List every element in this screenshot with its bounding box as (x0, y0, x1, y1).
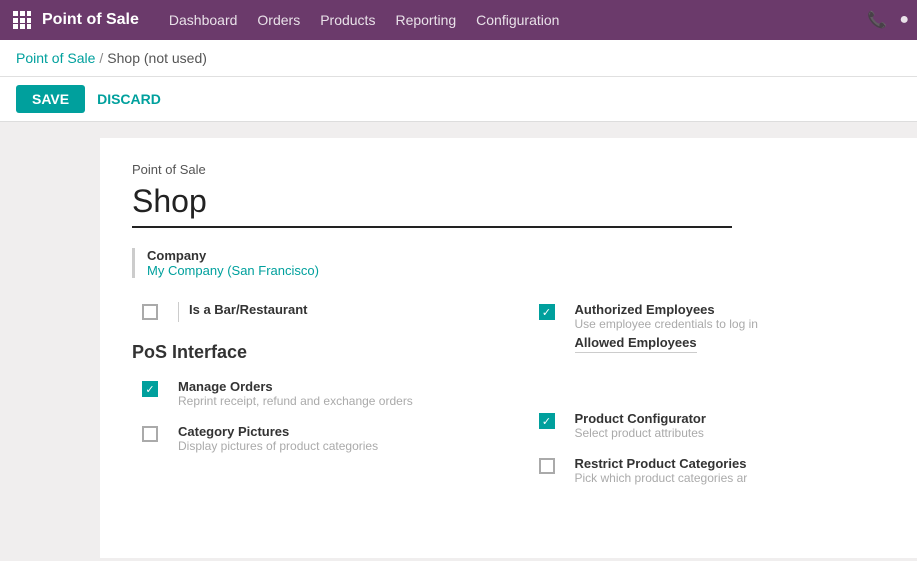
form-container: Point of Sale Shop Company My Company (S… (100, 138, 917, 558)
menu-item-orders[interactable]: Orders (257, 8, 300, 32)
authorized-employees-desc: Use employee credentials to log in (575, 317, 886, 331)
menu-item-products[interactable]: Products (320, 8, 375, 32)
left-column: Is a Bar/Restaurant PoS Interface ✓ Mana… (132, 302, 489, 501)
company-value[interactable]: My Company (San Francisco) (147, 263, 319, 278)
shop-name-field[interactable]: Shop (132, 183, 732, 228)
manage-orders-checkbox[interactable]: ✓ (142, 381, 158, 397)
main-menu: Dashboard Orders Products Reporting Conf… (169, 8, 868, 32)
settings-two-col: Is a Bar/Restaurant PoS Interface ✓ Mana… (132, 302, 885, 501)
restrict-product-categories-label: Restrict Product Categories (575, 456, 886, 471)
save-button[interactable]: SAVE (16, 85, 85, 113)
company-section: Company My Company (San Francisco) (132, 248, 885, 278)
authorized-employees-row: ✓ Authorized Employees Use employee cred… (529, 302, 886, 353)
category-pictures-desc: Display pictures of product categories (178, 439, 489, 453)
user-icon[interactable]: ● (899, 11, 909, 29)
discard-button[interactable]: DISCARD (97, 91, 161, 107)
bar-restaurant-row: Is a Bar/Restaurant (132, 302, 489, 322)
action-toolbar: SAVE DISCARD (0, 77, 917, 122)
bar-restaurant-checkbox[interactable] (142, 304, 158, 320)
phone-icon[interactable]: 📞 (867, 10, 887, 30)
pos-interface-header: PoS Interface (132, 342, 489, 363)
product-configurator-label: Product Configurator (575, 411, 886, 426)
manage-orders-label: Manage Orders (178, 379, 489, 394)
category-pictures-row: Category Pictures Display pictures of pr… (132, 424, 489, 453)
menu-item-dashboard[interactable]: Dashboard (169, 8, 238, 32)
top-navigation: Point of Sale Dashboard Orders Products … (0, 0, 917, 40)
app-title: Point of Sale (42, 11, 139, 29)
topnav-right-icons: 📞 ● (867, 10, 909, 30)
product-configurator-row: ✓ Product Configurator Select product at… (529, 411, 886, 440)
bar-restaurant-label: Is a Bar/Restaurant (189, 302, 489, 317)
form-section-label: Point of Sale (132, 162, 885, 177)
category-pictures-checkbox[interactable] (142, 426, 158, 442)
restrict-product-categories-checkbox[interactable] (539, 458, 555, 474)
manage-orders-desc: Reprint receipt, refund and exchange ord… (178, 394, 489, 408)
menu-item-reporting[interactable]: Reporting (395, 8, 456, 32)
product-configurator-desc: Select product attributes (575, 426, 886, 440)
authorized-employees-label: Authorized Employees (575, 302, 886, 317)
allowed-employees-label: Allowed Employees (575, 335, 697, 353)
grid-menu-icon[interactable] (8, 6, 36, 34)
right-column: ✓ Authorized Employees Use employee cred… (529, 302, 886, 501)
menu-item-configuration[interactable]: Configuration (476, 8, 559, 32)
restrict-product-categories-desc: Pick which product categories ar (575, 471, 886, 485)
product-configurator-checkbox[interactable]: ✓ (539, 413, 555, 429)
breadcrumb-separator: / (99, 50, 103, 66)
authorized-employees-checkbox[interactable]: ✓ (539, 304, 555, 320)
manage-orders-row: ✓ Manage Orders Reprint receipt, refund … (132, 379, 489, 408)
breadcrumb-current: Shop (not used) (107, 50, 207, 66)
category-pictures-label: Category Pictures (178, 424, 489, 439)
company-label: Company (147, 248, 319, 263)
breadcrumb-parent[interactable]: Point of Sale (16, 50, 95, 66)
breadcrumb: Point of Sale / Shop (not used) (0, 40, 917, 77)
restrict-product-categories-row: Restrict Product Categories Pick which p… (529, 456, 886, 485)
